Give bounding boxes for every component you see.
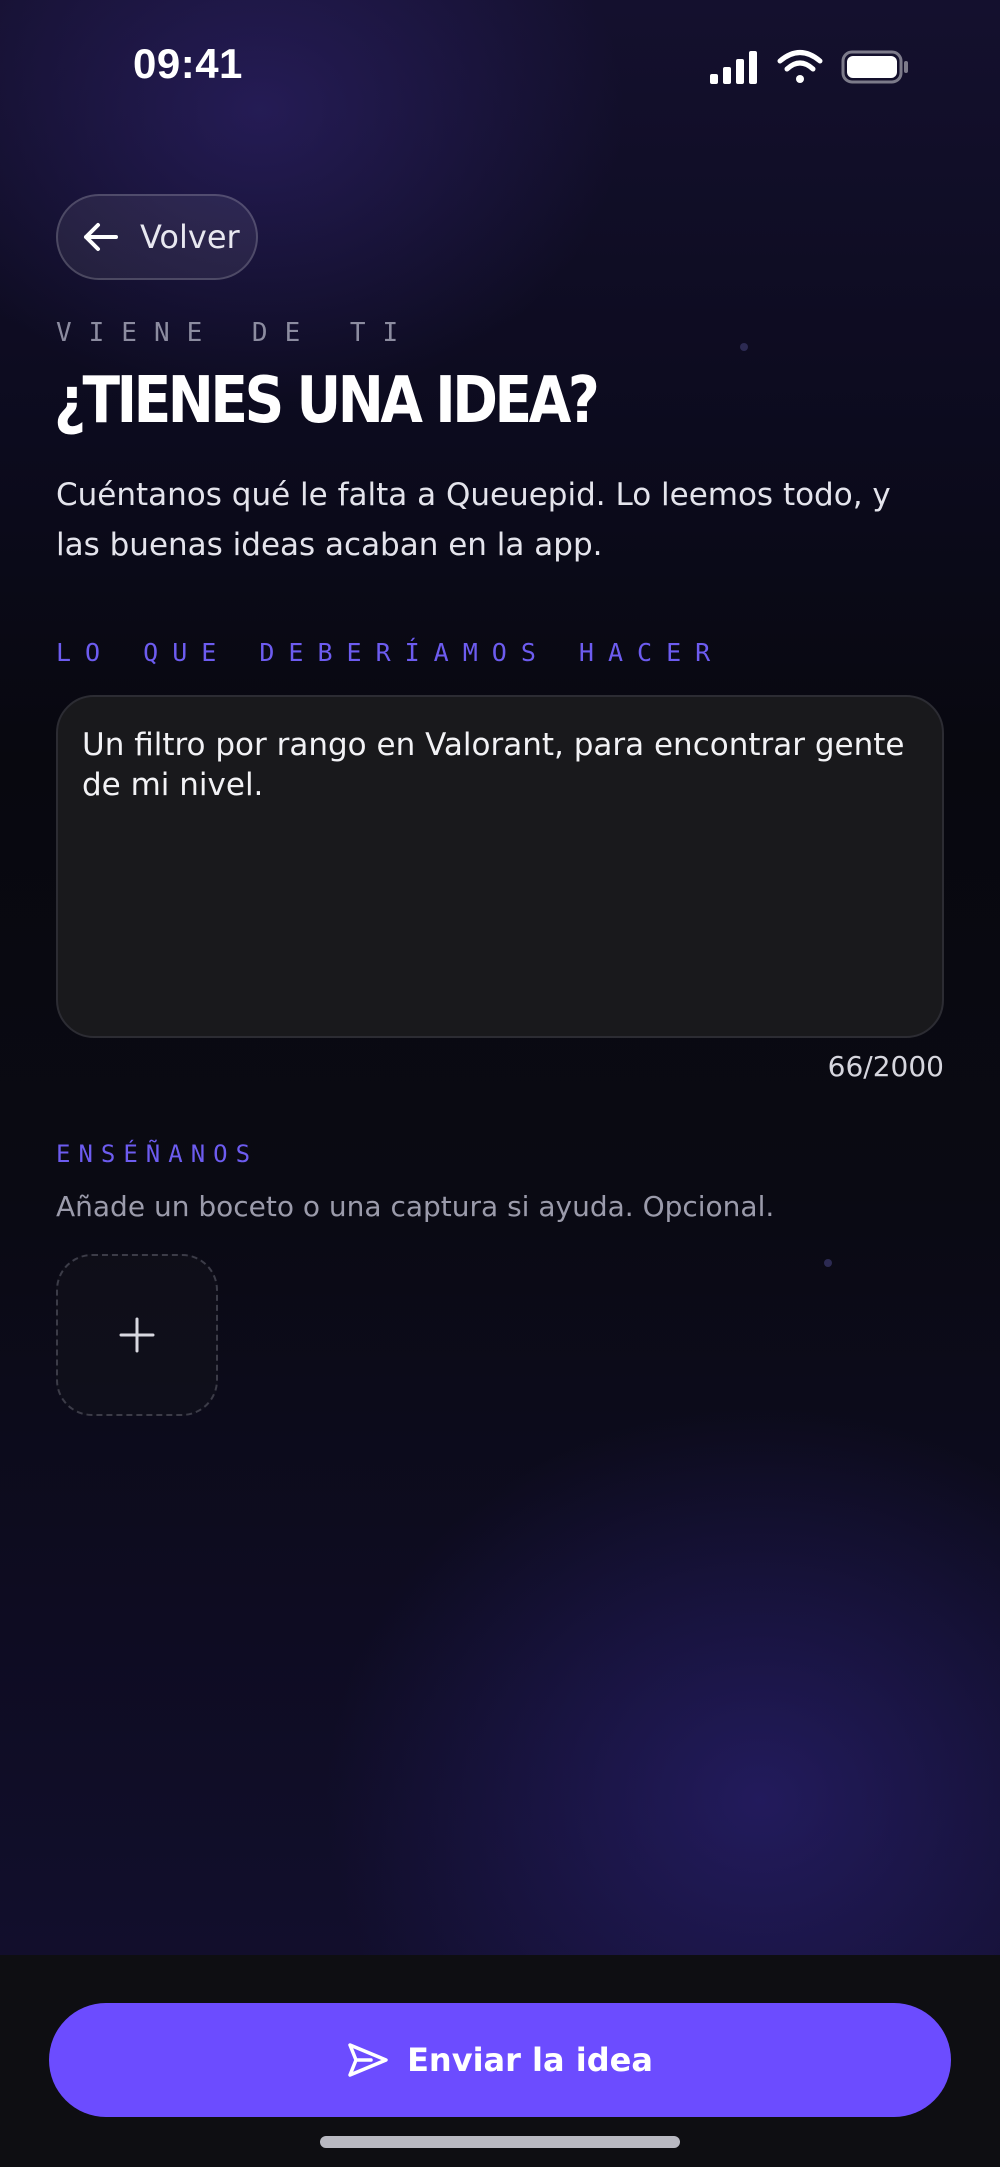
idea-text: Un filtro por rango en Valorant, para en…	[82, 727, 905, 803]
decorative-dot	[824, 1259, 832, 1267]
send-icon	[347, 2042, 389, 2078]
status-time: 09:41	[133, 40, 243, 87]
status-icons	[708, 48, 910, 92]
wifi-icon	[777, 50, 823, 83]
cellular-signal-icon	[710, 51, 757, 84]
page-title: ¿TIENES UNA IDEA?	[54, 364, 600, 438]
submit-idea-label: Enviar la idea	[407, 2041, 653, 2079]
idea-textarea[interactable]: Un filtro por rango en Valorant, para en…	[56, 695, 944, 1038]
attachment-label: ENSÉÑANOS	[56, 1140, 259, 1168]
idea-field-label: LO QUE DEBERÍAMOS HACER	[56, 638, 725, 667]
plus-icon	[119, 1317, 155, 1353]
submit-idea-button[interactable]: Enviar la idea	[49, 2003, 951, 2117]
arrow-left-icon	[82, 222, 118, 252]
back-label: Volver	[140, 218, 240, 256]
eyebrow: VIENE DE TI	[56, 318, 416, 348]
battery-icon	[841, 50, 908, 84]
attachment-help: Añade un boceto o una captura si ayuda. …	[56, 1190, 775, 1223]
page-subtitle: Cuéntanos qué le falta a Queuepid. Lo le…	[56, 477, 891, 563]
character-counter: 66/2000	[827, 1050, 944, 1083]
back-button[interactable]: Volver	[56, 194, 258, 280]
home-indicator	[320, 2136, 680, 2148]
add-image-button[interactable]	[56, 1254, 218, 1416]
decorative-dot	[740, 343, 748, 351]
